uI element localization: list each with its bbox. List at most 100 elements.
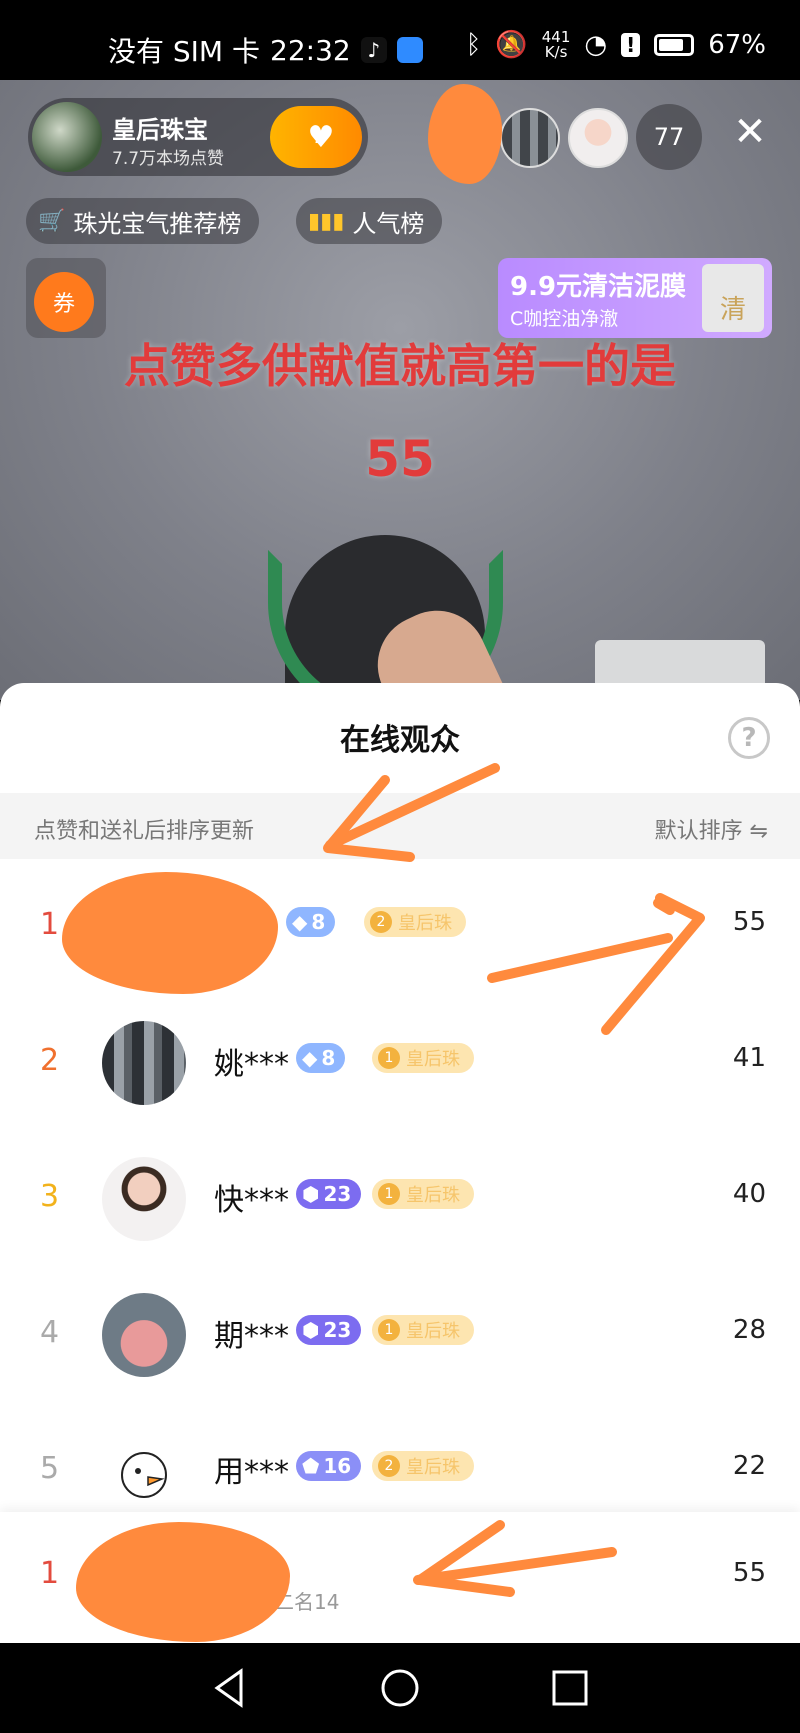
rank-number: 3	[40, 1179, 60, 1214]
recommend-rank-label: 珠光宝气推荐榜	[73, 209, 242, 238]
user-name: 快***	[214, 1183, 289, 1218]
level-badge: ⬢ 23	[296, 1315, 362, 1345]
fan-level: 2	[314, 127, 325, 147]
clock: 22:32	[270, 33, 351, 67]
top-viewers[interactable]	[500, 108, 628, 168]
level-number: 23	[323, 1318, 352, 1342]
level-badge: ⬢ 23	[296, 1179, 362, 1209]
level-number: 23	[323, 1182, 352, 1206]
popularity-rank-chip[interactable]: ▮▮▮ 人气榜	[296, 198, 443, 244]
recommend-rank-chip[interactable]: 🛒 珠光宝气推荐榜	[26, 198, 260, 244]
sheet-title: 在线观众	[340, 723, 460, 758]
club-name: 皇后珠	[406, 1457, 460, 1478]
weather-app-icon	[396, 37, 423, 63]
popularity-rank-label: 人气榜	[352, 209, 425, 238]
user-avatar[interactable]	[102, 1293, 186, 1377]
fan-club-badge: 1 皇后珠	[372, 1179, 474, 1209]
hexagon-icon: ⬢	[302, 1318, 320, 1342]
duck-icon	[121, 1452, 167, 1498]
net-speed: 441 K/s	[542, 30, 571, 60]
audience-row[interactable]: 2 姚*** ◆ 8 1 皇后珠 41	[0, 995, 800, 1131]
contribution-score: 40	[732, 1179, 766, 1209]
anchor-avatar[interactable]	[32, 102, 102, 172]
contribution-score: 41	[732, 1043, 766, 1073]
user-name: 用***	[214, 1455, 289, 1490]
fan-club-heart-button[interactable]: ♥ 2	[270, 106, 362, 168]
level-badge: ⬟ 16	[296, 1451, 362, 1481]
recents-icon[interactable]	[545, 1663, 595, 1713]
user-name: 姚***	[214, 1047, 289, 1082]
online-audience-sheet: 在线观众 ? 点赞和送礼后排序更新 默认排序 ⇋ 1 ◆ 8 2 皇后珠 55 …	[0, 683, 800, 1643]
club-level: 1	[378, 1183, 400, 1205]
help-icon[interactable]: ?	[728, 717, 770, 759]
net-speed-unit: K/s	[544, 43, 568, 61]
audience-row[interactable]: 4 期*** ⬢ 23 1 皇后珠 28	[0, 1267, 800, 1403]
status-right: ᛒ 🔕 441 K/s ◔ ! 67%	[465, 30, 766, 61]
wifi-icon: ◔	[584, 30, 608, 60]
cart-icon: 🛒	[38, 208, 66, 234]
sort-hint: 点赞和送礼后排序更新	[34, 819, 255, 844]
contribution-score: 28	[732, 1315, 766, 1345]
user-avatar[interactable]	[102, 1021, 186, 1105]
bluetooth-icon: ᛒ	[465, 30, 482, 60]
anchor-info[interactable]: 皇后珠宝 7.7万本场点赞 ♥ 2	[28, 98, 368, 176]
status-left: 没有 SIM 卡 22:32 ♪	[108, 30, 423, 70]
anchor-name: 皇后珠宝	[112, 116, 208, 144]
level-number: 8	[321, 1046, 336, 1070]
club-level: 1	[378, 1047, 400, 1069]
bar-chart-icon: ▮▮▮	[308, 208, 345, 234]
back-icon[interactable]	[205, 1663, 255, 1713]
promo-title: 9.9元清洁泥膜	[510, 272, 687, 302]
user-name: 期***	[214, 1319, 289, 1354]
level-badge: ◆ 8	[286, 907, 336, 937]
fan-club-badge: 1 皇后珠	[372, 1043, 474, 1073]
promo-product-card[interactable]: 9.9元清洁泥膜 C咖控油净澈 清	[498, 258, 772, 338]
sort-bar: 点赞和送礼后排序更新 默认排序 ⇋	[0, 793, 800, 859]
rank-number: 4	[40, 1315, 60, 1350]
club-level: 1	[378, 1319, 400, 1341]
product-thumbnail: 清	[702, 264, 764, 332]
rank-number: 5	[40, 1451, 60, 1486]
mute-bell-icon: 🔕	[495, 30, 528, 60]
battery-percent: 67%	[708, 30, 766, 60]
diamond-icon: ◆	[292, 910, 308, 934]
level-number: 8	[311, 910, 326, 934]
system-nav-bar	[0, 1643, 800, 1733]
audience-row[interactable]: 3 快*** ⬢ 23 1 皇后珠 40	[0, 1131, 800, 1267]
viewer-count-button[interactable]: 77	[636, 104, 702, 170]
user-avatar[interactable]	[102, 1157, 186, 1241]
fan-club-badge: 2 皇后珠	[364, 907, 466, 937]
fan-club-badge: 2 皇后珠	[372, 1451, 474, 1481]
level-badge: ◆ 8	[296, 1043, 346, 1073]
status-bar: 没有 SIM 卡 22:32 ♪ ᛒ 🔕 441 K/s ◔ ! 67%	[0, 0, 800, 80]
user-avatar[interactable]	[102, 1429, 186, 1513]
coupon-button[interactable]: 券	[26, 258, 106, 338]
viewer-avatar[interactable]	[500, 108, 560, 168]
club-name: 皇后珠	[406, 1049, 460, 1070]
club-level: 2	[378, 1455, 400, 1477]
my-score: 55	[732, 1558, 766, 1588]
redaction-scribble	[76, 1522, 290, 1642]
home-icon[interactable]	[375, 1663, 425, 1713]
carrier-text: 没有 SIM 卡	[108, 35, 260, 68]
club-name: 皇后珠	[398, 913, 452, 934]
default-sort-button[interactable]: 默认排序 ⇋	[655, 813, 768, 845]
promo-subtitle: C咖控油净澈	[510, 308, 619, 330]
contribution-score: 22	[732, 1451, 766, 1481]
club-name: 皇后珠	[406, 1321, 460, 1342]
rank-number: 1	[40, 907, 60, 942]
battery-icon	[654, 34, 695, 56]
rank-number: 2	[40, 1043, 60, 1078]
pentagon-icon: ⬟	[302, 1454, 320, 1478]
hexagon-icon: ⬢	[302, 1182, 320, 1206]
club-name: 皇后珠	[406, 1185, 460, 1206]
diamond-icon: ◆	[302, 1046, 318, 1070]
viewer-avatar[interactable]	[568, 108, 628, 168]
coupon-bag-icon: 券	[34, 272, 94, 332]
overlay-annotation: 点赞多供献值就高第一的是	[124, 339, 676, 393]
redaction-scribble	[62, 872, 278, 994]
close-icon[interactable]: ✕	[730, 112, 770, 152]
overlay-annotation-number: 55	[365, 430, 435, 488]
contribution-score: 55	[732, 907, 766, 937]
my-rank-number: 1	[40, 1556, 60, 1591]
